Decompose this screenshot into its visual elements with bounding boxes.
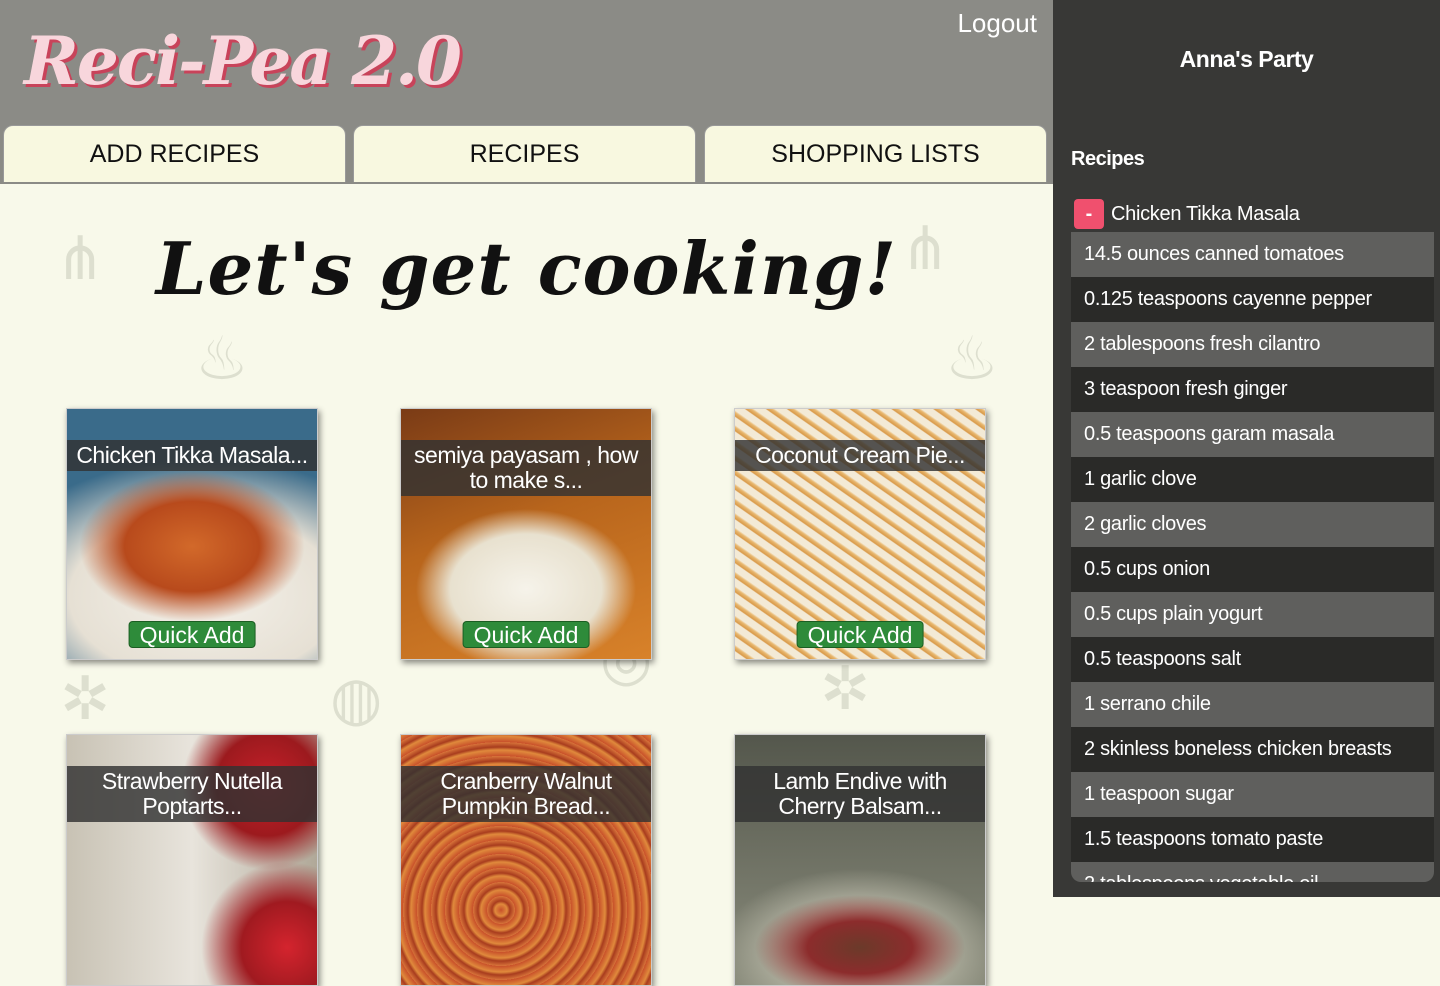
pineapple-icon: ✲ — [60, 665, 111, 732]
recipe-card-title: Cranberry Walnut Pumpkin Bread... — [401, 766, 651, 822]
ingredient-item: 1 garlic clove — [1071, 457, 1434, 502]
party-recipe-name[interactable]: Chicken Tikka Masala — [1111, 203, 1300, 226]
recipe-card-title: semiya payasam , how to make s... — [401, 440, 651, 496]
logout-link[interactable]: Logout — [957, 8, 1037, 39]
remove-recipe-button[interactable]: - — [1074, 199, 1104, 229]
chicken-icon: ♨ — [945, 325, 999, 392]
recipe-card-title: Coconut Cream Pie... — [735, 440, 985, 471]
ingredient-item: 2 garlic cloves — [1071, 502, 1434, 547]
ingredient-item: 0.5 cups plain yogurt — [1071, 592, 1434, 637]
recipe-card[interactable]: Cranberry Walnut Pumpkin Bread... — [400, 734, 652, 986]
recipe-card[interactable]: Chicken Tikka Masala... Quick Add — [66, 408, 318, 660]
ingredient-item: 2 skinless boneless chicken breasts — [1071, 727, 1434, 772]
recipe-card[interactable]: Coconut Cream Pie... Quick Add — [734, 408, 986, 660]
chicken-icon: ♨ — [195, 325, 249, 392]
party-sidebar: Anna's Party Recipes - Chicken Tikka Mas… — [1053, 0, 1440, 897]
app-logo[interactable]: Reci-Pea 2.0 — [24, 22, 462, 100]
ingredient-item: 0.5 teaspoons salt — [1071, 637, 1434, 682]
ingredient-item: 0.5 cups onion — [1071, 547, 1434, 592]
ingredient-item: 3 teaspoon fresh ginger — [1071, 367, 1434, 412]
ingredient-item: 1 serrano chile — [1071, 682, 1434, 727]
ingredient-item: 2 tablespoons fresh cilantro — [1071, 322, 1434, 367]
watermelon-icon: ◍ — [330, 665, 383, 732]
nav-tabs: ADD RECIPES RECIPES SHOPPING LISTS — [3, 125, 1050, 184]
tab-add-recipes[interactable]: ADD RECIPES — [3, 125, 346, 182]
ingredient-list[interactable]: 14.5 ounces canned tomatoes 0.125 teaspoo… — [1071, 232, 1434, 882]
tab-shopping-lists[interactable]: SHOPPING LISTS — [704, 125, 1047, 182]
party-title: Anna's Party — [1179, 46, 1314, 72]
ingredient-item: 1 teaspoon sugar — [1071, 772, 1434, 817]
ingredient-item: 1.5 teaspoons tomato paste — [1071, 817, 1434, 862]
quick-add-button[interactable]: Quick Add — [462, 621, 590, 648]
recipe-card[interactable]: Lamb Endive with Cherry Balsam... — [734, 734, 986, 986]
quick-add-button[interactable]: Quick Add — [796, 621, 924, 648]
ingredient-item: 0.125 teaspoons cayenne pepper — [1071, 277, 1434, 322]
ingredient-item: 2 tablespoons vegetable oil — [1071, 862, 1434, 882]
page-headline: Let's get cooking! — [155, 226, 898, 311]
ingredient-item: 14.5 ounces canned tomatoes — [1071, 232, 1434, 277]
recipe-card-title: Chicken Tikka Masala... — [67, 440, 317, 471]
tab-recipes[interactable]: RECIPES — [353, 125, 696, 182]
recipe-card-title: Lamb Endive with Cherry Balsam... — [735, 766, 985, 822]
recipe-card[interactable]: semiya payasam , how to make s... Quick … — [400, 408, 652, 660]
app-header: Reci-Pea 2.0 Logout ADD RECIPES RECIPES … — [0, 0, 1053, 184]
recipe-card[interactable]: Strawberry Nutella Poptarts... — [66, 734, 318, 986]
party-recipe-row: - Chicken Tikka Masala — [1074, 199, 1300, 229]
recipe-card-title: Strawberry Nutella Poptarts... — [67, 766, 317, 822]
recipes-heading: Recipes — [1071, 148, 1145, 170]
ingredient-item: 0.5 teaspoons garam masala — [1071, 412, 1434, 457]
pineapple-icon: ✲ — [820, 655, 871, 722]
quick-add-button[interactable]: Quick Add — [128, 621, 256, 648]
main-content: ⋔ ♨ ⋔ ♨ ◎ ◍ ✲ ✲ Let's get cooking! Chick… — [0, 184, 1053, 986]
